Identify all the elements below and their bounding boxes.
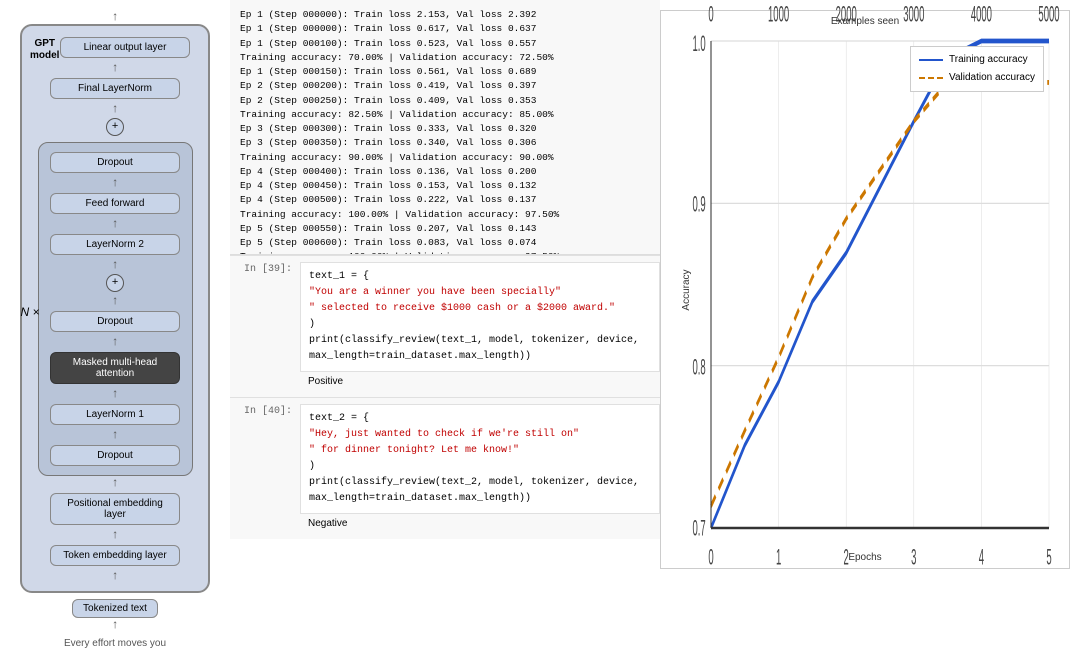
legend-training-line	[919, 59, 943, 61]
code-line: " for dinner tonight? Let me know!"	[309, 443, 651, 459]
gpt-outer-box: GPTmodel Linear output layer ↑ Final Lay…	[20, 24, 210, 593]
arrow: ↑	[111, 177, 118, 189]
layer-final-layernorm: Final LayerNorm	[50, 78, 180, 99]
nx-label: N ×	[21, 305, 40, 319]
log-line: Ep 1 (Step 000000): Train loss 2.153, Va…	[240, 8, 650, 22]
gpt-inner-box: N × Dropout ↑ Feed forward ↑ LayerNorm 2…	[38, 142, 193, 476]
layer-dropout-1: Dropout	[50, 152, 180, 173]
log-line: Ep 3 (Step 000350): Train loss 0.340, Va…	[240, 136, 650, 150]
code-line: print(classify_review(text_1, model, tok…	[309, 333, 651, 365]
chart-container: Examples seen Accuracy Epochs Training a…	[660, 10, 1070, 569]
training-accuracy-line	[711, 41, 1049, 528]
cell2-label: In [40]:	[230, 404, 300, 417]
log-line: Ep 5 (Step 000550): Train loss 0.207, Va…	[240, 222, 650, 236]
log-line: Ep 2 (Step 000250): Train loss 0.409, Va…	[240, 94, 650, 108]
arrow: ↑	[111, 218, 118, 230]
plus-circle-mid: +	[106, 274, 124, 292]
layer-attention: Masked multi-headattention	[50, 352, 180, 384]
top-arrow: ↑	[111, 11, 118, 23]
legend-training: Training accuracy	[919, 51, 1035, 69]
chart-section: Examples seen Accuracy Epochs Training a…	[660, 0, 1080, 579]
arrow: ↑	[111, 529, 118, 541]
log-line: Training accuracy: 70.00% | Validation a…	[240, 51, 650, 65]
layer-dropout-3: Dropout	[50, 445, 180, 466]
layer-feed-forward: Feed forward	[50, 193, 180, 214]
cell2-output: Negative	[230, 514, 660, 533]
log-line: Training accuracy: 100.00% | Validation …	[240, 208, 650, 222]
arrow: ↑	[111, 103, 118, 115]
svg-text:0.9: 0.9	[693, 192, 706, 217]
code-line: "Hey, just wanted to check if we're stil…	[309, 427, 651, 443]
layer-dropout-2: Dropout	[50, 311, 180, 332]
code-cell-2: In [40]: text_2 = { "Hey, just wanted to…	[230, 397, 660, 539]
layer-linear-output: Linear output layer	[60, 37, 190, 58]
log-line: Training accuracy: 82.50% | Validation a…	[240, 108, 650, 122]
code-line: text_2 = {	[309, 411, 651, 427]
arrow: ↑	[111, 388, 118, 400]
arrow: ↑	[111, 295, 118, 307]
diagram-section: ↑ GPTmodel Linear output layer ↑ Final L…	[0, 0, 230, 579]
code-line: text_1 = {	[309, 269, 651, 285]
svg-text:1.0: 1.0	[693, 31, 706, 56]
chart-title-x: Examples seen	[661, 16, 1069, 27]
legend-validation-line	[919, 77, 943, 79]
layer-token-embedding: Token embedding layer	[50, 545, 180, 566]
log-line: Ep 2 (Step 000200): Train loss 0.419, Va…	[240, 79, 650, 93]
log-line: Ep 4 (Step 000400): Train loss 0.136, Va…	[240, 165, 650, 179]
arrow: ↑	[111, 259, 118, 271]
log-line: Ep 4 (Step 000450): Train loss 0.153, Va…	[240, 179, 650, 193]
svg-text:0.8: 0.8	[693, 355, 706, 380]
code-line: "You are a winner you have been speciall…	[309, 285, 651, 301]
chart-y-label: Accuracy	[681, 269, 692, 310]
gpt-label: GPTmodel	[30, 38, 59, 62]
arrow: ↑	[111, 570, 118, 582]
layer-positional: Positional embedding layer	[50, 493, 180, 525]
log-line: Ep 1 (Step 000150): Train loss 0.561, Va…	[240, 65, 650, 79]
code-line: " selected to receive $1000 cash or a $2…	[309, 301, 651, 317]
code-line: )	[309, 459, 651, 475]
training-log: Ep 1 (Step 000000): Train loss 2.153, Va…	[230, 0, 660, 255]
legend-validation: Validation accuracy	[919, 69, 1035, 87]
code-cell-1: In [39]: text_1 = { "You are a winner yo…	[230, 255, 660, 397]
bottom-caption: Every effort moves you	[64, 638, 166, 649]
arrow: ↑	[111, 429, 118, 441]
legend-training-label: Training accuracy	[949, 51, 1028, 69]
chart-svg: 1.0 0.9 0.8 0.7 0 1 2 3 4 5 0 1000 2000 …	[711, 41, 1049, 528]
chart-x-label: Epochs	[661, 552, 1069, 563]
cell2-code[interactable]: text_2 = { "Hey, just wanted to check if…	[300, 404, 660, 514]
log-line: Ep 1 (Step 000100): Train loss 0.523, Va…	[240, 37, 650, 51]
chart-legend: Training accuracy Validation accuracy	[910, 46, 1044, 92]
layer-layernorm1: LayerNorm 1	[50, 404, 180, 425]
log-line: Ep 1 (Step 000000): Train loss 0.617, Va…	[240, 22, 650, 36]
arrow: ↑	[111, 477, 118, 489]
cell1-code[interactable]: text_1 = { "You are a winner you have be…	[300, 262, 660, 372]
log-line: Ep 5 (Step 000600): Train loss 0.083, Va…	[240, 236, 650, 250]
legend-validation-label: Validation accuracy	[949, 69, 1035, 87]
validation-accuracy-line	[711, 82, 1049, 506]
layer-layernorm2: LayerNorm 2	[50, 234, 180, 255]
code-line: print(classify_review(text_2, model, tok…	[309, 475, 651, 507]
log-line: Ep 4 (Step 000500): Train loss 0.222, Va…	[240, 193, 650, 207]
arrow: ↑	[111, 336, 118, 348]
bottom-arrow: ↑	[111, 619, 118, 631]
log-line: Ep 3 (Step 000300): Train loss 0.333, Va…	[240, 122, 650, 136]
arrow: ↑	[111, 62, 118, 74]
plus-circle-top: +	[106, 118, 124, 136]
middle-section: Ep 1 (Step 000000): Train loss 2.153, Va…	[230, 0, 660, 579]
log-line: Training accuracy: 90.00% | Validation a…	[240, 151, 650, 165]
cell1-output: Positive	[230, 372, 660, 391]
cell1-label: In [39]:	[230, 262, 300, 275]
svg-text:0.7: 0.7	[693, 516, 706, 541]
tokenized-box: Tokenized text	[72, 599, 158, 618]
code-line: )	[309, 317, 651, 333]
